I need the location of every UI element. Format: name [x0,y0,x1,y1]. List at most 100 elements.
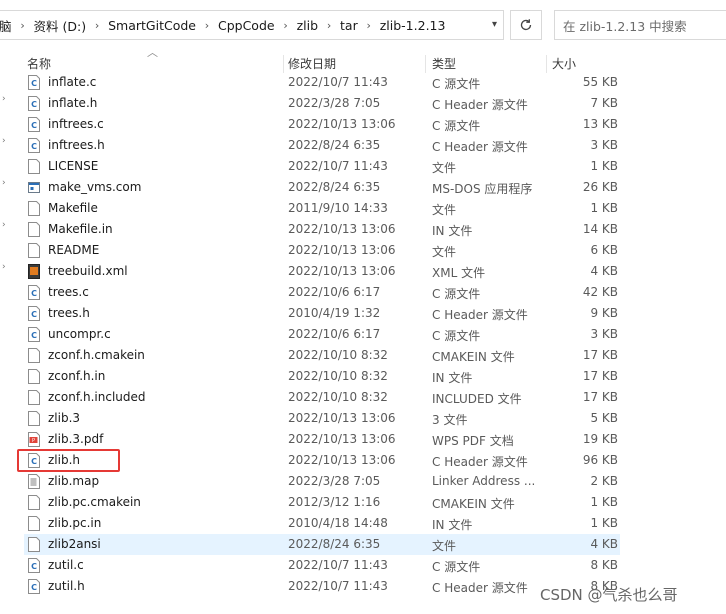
generic-file-icon [28,390,40,405]
file-name: zlib.pc.cmakein [48,495,141,509]
breadcrumb-item-drive[interactable]: 资料 (D:) [32,16,89,35]
file-name: zlib.3.pdf [48,432,104,446]
c-source-file-icon: C [28,327,40,342]
chevron-right-icon[interactable]: › [2,94,6,104]
chevron-right-icon[interactable]: › [277,19,295,32]
file-type: C Header 源文件 [432,140,528,154]
file-row[interactable]: zconf.h.included 2022/10/10 8:32 INCLUDED … [24,387,620,408]
file-type: C 源文件 [432,329,481,343]
svg-text:C: C [31,289,37,298]
file-row[interactable]: treebuild.xml 2022/10/13 13:06 XML 文件 4 KB [24,261,620,282]
file-row[interactable]: zconf.h.cmakein 2022/10/10 8:32 CMAKEIN 文件… [24,345,620,366]
file-size: 7 KB [590,96,618,110]
file-row[interactable]: Cuncompr.c 2022/10/6 6:17 C 源文件 3 KB [24,324,620,345]
svg-text:C: C [31,562,37,571]
chevron-right-icon[interactable]: › [360,19,378,32]
file-row[interactable]: Cinflate.c 2022/10/7 11:43 C 源文件 55 KB [24,72,620,93]
generic-file-icon [28,537,40,552]
file-type: C Header 源文件 [432,308,528,322]
generic-file-icon [28,411,40,426]
breadcrumb-item-cppcode[interactable]: CppCode [216,18,277,33]
file-row[interactable]: Makefile.in 2022/10/13 13:06 IN 文件 14 KB [24,219,620,240]
file-row[interactable]: LICENSE 2022/10/7 11:43 文件 1 KB [24,156,620,177]
file-size: 2 KB [590,474,618,488]
file-date: 2022/10/13 13:06 [288,432,396,446]
c-header-file-icon: C [28,306,40,321]
file-size: 4 KB [590,537,618,551]
file-row[interactable]: Cinflate.h 2022/3/28 7:05 C Header 源文件 7 KB [24,93,620,114]
file-size: 19 KB [582,432,618,446]
file-date: 2011/9/10 14:33 [288,201,388,215]
file-row[interactable]: zlib.3 2022/10/13 13:06 3 文件 5 KB [24,408,620,429]
file-row[interactable]: zlib2ansi 2022/8/24 6:35 文件 4 KB [24,534,620,555]
file-name: inftrees.h [48,138,105,152]
file-row[interactable]: Czutil.c 2022/10/7 11:43 C 源文件 8 KB [24,555,620,576]
breadcrumb-item-zlib[interactable]: zlib [295,18,320,33]
search-input[interactable]: 在 zlib-1.2.13 中搜索 [554,10,726,40]
file-row[interactable]: zlib.map 2022/3/28 7:05 Linker Address ...… [24,471,620,492]
file-size: 17 KB [582,348,618,362]
file-type: C Header 源文件 [432,581,528,595]
breadcrumb[interactable]: 脑 › 资料 (D:) › SmartGitCode › CppCode › z… [0,10,504,40]
address-bar: 脑 › 资料 (D:) › SmartGitCode › CppCode › z… [0,0,726,46]
file-size: 42 KB [582,285,618,299]
file-date: 2010/4/18 14:48 [288,516,388,530]
breadcrumb-item-smartgitcode[interactable]: SmartGitCode [106,18,198,33]
file-size: 8 KB [590,558,618,572]
chevron-down-icon[interactable]: ▾ [492,19,497,30]
file-row[interactable]: make_vms.com 2022/8/24 6:35 MS-DOS 应用程序 26 … [24,177,620,198]
file-row[interactable]: Ctrees.h 2010/4/19 1:32 C Header 源文件 9 KB [24,303,620,324]
breadcrumb-item-current[interactable]: zlib-1.2.13 [378,18,448,33]
c-source-file-icon: C [28,285,40,300]
file-row[interactable]: Makefile 2011/9/10 14:33 文件 1 KB [24,198,620,219]
file-size: 4 KB [590,264,618,278]
svg-text:C: C [31,100,37,109]
file-type: IN 文件 [432,371,473,385]
map-file-icon [28,474,40,489]
svg-text:P: P [32,438,35,444]
chevron-right-icon[interactable]: › [2,262,6,272]
file-date: 2022/10/13 13:06 [288,117,396,131]
file-name: zconf.h.cmakein [48,348,145,362]
file-size: 26 KB [582,180,618,194]
breadcrumb-item-tar[interactable]: tar [338,18,360,33]
file-row[interactable]: Cinftrees.c 2022/10/13 13:06 C 源文件 13 KB [24,114,620,135]
chevron-right-icon[interactable]: › [198,19,216,32]
file-type: IN 文件 [432,224,473,238]
file-date: 2022/3/28 7:05 [288,474,381,488]
chevron-right-icon[interactable]: › [2,220,6,230]
file-row[interactable]: zlib.pc.in 2010/4/18 14:48 IN 文件 1 KB [24,513,620,534]
file-row[interactable]: Pzlib.3.pdf 2022/10/13 13:06 WPS PDF 文档 19 … [24,429,620,450]
chevron-right-icon[interactable]: › [320,19,338,32]
column-header-date[interactable]: 修改日期 [285,55,426,73]
file-row[interactable]: zlib.pc.cmakein 2012/3/12 1:16 CMAKEIN 文件 1… [24,492,620,513]
breadcrumb-cut-item[interactable]: 脑 [0,16,14,35]
chevron-right-icon[interactable]: › [2,136,6,146]
file-row[interactable]: README 2022/10/13 13:06 文件 6 KB [24,240,620,261]
file-row[interactable]: Ctrees.c 2022/10/6 6:17 C 源文件 42 KB [24,282,620,303]
file-size: 3 KB [590,327,618,341]
file-size: 3 KB [590,138,618,152]
file-date: 2022/8/24 6:35 [288,138,381,152]
file-type: WPS PDF 文档 [432,434,514,448]
chevron-right-icon[interactable]: › [88,19,106,32]
generic-file-icon [28,516,40,531]
file-size: 13 KB [582,117,618,131]
refresh-button[interactable] [510,10,542,40]
column-header-type[interactable]: 类型 [429,55,547,73]
file-name: zconf.h.included [48,390,146,404]
file-type: C 源文件 [432,287,481,301]
watermark: CSDN @气杀也么哥 [540,586,678,604]
chevron-right-icon[interactable]: › [14,19,32,32]
column-header-size[interactable]: 大小 [549,55,629,73]
refresh-icon [520,19,532,31]
chevron-right-icon[interactable]: › [2,178,6,188]
generic-file-icon [28,222,40,237]
file-row[interactable]: Cinftrees.h 2022/8/24 6:35 C Header 源文件 3 K… [24,135,620,156]
file-name: Makefile.in [48,222,113,236]
file-row[interactable]: zconf.h.in 2022/10/10 8:32 IN 文件 17 KB [24,366,620,387]
file-size: 96 KB [582,453,618,467]
file-row[interactable]: Czutil.h 2022/10/7 11:43 C Header 源文件 8 KB [24,576,620,597]
file-size: 55 KB [582,75,618,89]
column-header-name[interactable]: 名称 [24,55,284,73]
